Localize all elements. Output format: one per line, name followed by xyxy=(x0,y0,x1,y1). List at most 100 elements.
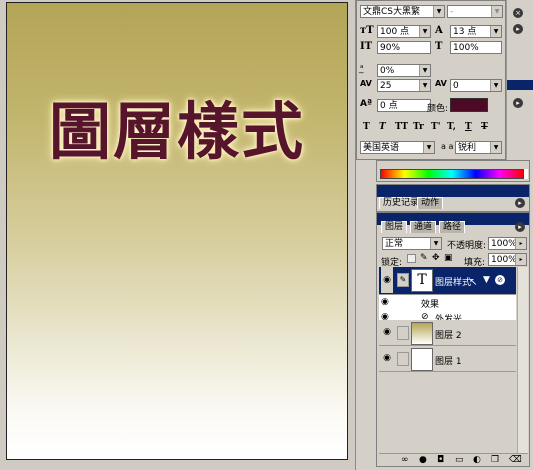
color-ramp[interactable] xyxy=(380,169,524,179)
chevron-right-icon: ▸ xyxy=(515,238,526,249)
font-size-icon: ᴛT xyxy=(360,25,374,36)
panel-bottom-toolbar: ∞ ● ◘ ▭ ◐ ❐ ⌫ xyxy=(379,453,528,466)
mask-icon[interactable]: ◘ xyxy=(437,455,444,465)
font-family-select[interactable]: 文鼎CS大黑繁 ▼ xyxy=(360,5,445,18)
layer-name[interactable]: 图层样式 xyxy=(435,275,471,288)
text-layer-thumbnail[interactable]: T xyxy=(411,269,433,292)
tab-layers[interactable]: 图层 xyxy=(381,221,408,233)
panel-menu-icon[interactable]: ▸ xyxy=(515,198,525,208)
tracking-ratio-icon: ᵃ̲ xyxy=(360,64,364,74)
chevron-down-icon: ▼ xyxy=(490,26,501,37)
horizontal-scale-field[interactable]: 100% xyxy=(450,41,502,54)
chevron-down-icon: ▼ xyxy=(419,26,430,37)
blend-mode-select[interactable]: 正常 ▼ xyxy=(382,237,442,250)
all-caps-button[interactable]: TT xyxy=(395,122,408,132)
lock-all-icon[interactable]: ▣ xyxy=(444,253,453,263)
baseline-shift-icon: Aª xyxy=(360,99,373,109)
effects-label: 效果 xyxy=(421,300,440,310)
adjustment-icon[interactable]: ◐ xyxy=(473,455,481,465)
strikethrough-button[interactable]: T xyxy=(481,122,488,132)
small-caps-button[interactable]: Tr xyxy=(413,122,424,132)
tracking-icon: AV xyxy=(435,79,447,88)
eye-icon[interactable]: ◉ xyxy=(381,267,393,293)
vertical-scale-field[interactable]: 90% xyxy=(377,41,431,54)
kerning-icon: AV xyxy=(360,79,372,88)
layer-name[interactable]: 图层 1 xyxy=(435,354,462,367)
close-icon[interactable]: × xyxy=(513,8,523,18)
set-icon[interactable]: ▭ xyxy=(455,455,464,465)
link-box[interactable] xyxy=(397,326,409,340)
brush-icon[interactable]: ✎ xyxy=(397,273,409,287)
chevron-down-icon: ▼ xyxy=(433,6,444,17)
panel-menu-icon[interactable]: ▸ xyxy=(513,24,523,34)
chevron-right-icon: ▸ xyxy=(515,254,526,265)
chevron-down-icon: ▼ xyxy=(419,80,430,91)
layer-row-gradient[interactable]: ◉ 图层 2 xyxy=(379,320,516,346)
tracking-field[interactable]: 0 ▼ xyxy=(450,79,502,92)
subscript-button[interactable]: T, xyxy=(447,122,456,132)
chevron-down-icon: ▼ xyxy=(490,80,501,91)
layer-list-scrollbar[interactable] xyxy=(517,267,528,453)
new-layer-icon[interactable]: ❐ xyxy=(491,455,499,465)
cursor-icon: ↖ xyxy=(469,277,478,288)
opacity-label: 不透明度: xyxy=(447,241,487,251)
faux-italic-button[interactable]: T xyxy=(379,122,386,132)
collapsed-panel-tab[interactable] xyxy=(507,80,533,90)
chevron-down-icon: ▼ xyxy=(490,142,501,153)
panel-menu-icon[interactable]: ▸ xyxy=(513,98,523,108)
superscript-button[interactable]: T' xyxy=(431,122,440,132)
effects-eye-icon[interactable]: ◉ xyxy=(381,297,389,307)
tracking-ratio-field[interactable]: 0% ▼ xyxy=(377,64,431,77)
fx-icon[interactable]: ⊘ xyxy=(495,275,505,285)
tab-actions[interactable]: 动作 xyxy=(417,197,444,209)
history-panel-tabbar xyxy=(377,185,529,197)
tab-channels[interactable]: 通道 xyxy=(410,221,437,233)
layer-row-fill[interactable]: ◉ 图层 1 xyxy=(379,346,516,372)
link-box[interactable] xyxy=(397,352,409,366)
history-panel: 历史记录 动作 ▸ xyxy=(376,184,530,212)
antialias-label: a a xyxy=(441,142,454,151)
vertical-scale-icon: IT xyxy=(360,41,373,52)
baseline-shift-field[interactable]: 0 点 xyxy=(377,99,431,112)
chevron-down-icon: ▼ xyxy=(423,142,434,153)
color-label: 颜色: xyxy=(427,104,449,114)
layer-name[interactable]: 图层 2 xyxy=(435,328,462,341)
link-icon[interactable]: ∞ xyxy=(401,455,409,465)
lock-position-icon[interactable]: ✥ xyxy=(432,253,440,263)
leading-field[interactable]: 13 点 ▼ xyxy=(450,25,502,38)
horizontal-scale-icon: T xyxy=(435,41,443,52)
style-icon[interactable]: ● xyxy=(419,455,427,465)
layer-row-text[interactable]: ◉ ✎ T 图层样式 ↖ ▼ ⊘ xyxy=(379,267,516,295)
document-canvas[interactable]: 圖層樣式 xyxy=(6,2,348,460)
gradient-layer-thumbnail[interactable] xyxy=(411,322,433,345)
character-panel: 文鼎CS大黑繁 ▼ - ▼ ᴛT 100 点 ▼ A 13 点 ▼ IT 90% T 1… xyxy=(356,0,506,160)
text-color-swatch[interactable] xyxy=(450,98,488,112)
eye-icon[interactable]: ◉ xyxy=(381,353,393,363)
antialias-select[interactable]: 锐利 ▼ xyxy=(455,141,502,154)
chevron-down-icon: ▼ xyxy=(419,65,430,76)
font-size-field[interactable]: 100 点 ▼ xyxy=(377,25,431,38)
expand-effects-icon[interactable]: ▼ xyxy=(483,275,490,285)
opacity-field[interactable]: 100% ▸ xyxy=(488,237,527,250)
fill-field[interactable]: 100% ▸ xyxy=(488,253,527,266)
kerning-field[interactable]: 25 ▼ xyxy=(377,79,431,92)
color-ramp-white[interactable] xyxy=(524,169,528,179)
chevron-down-icon: ▼ xyxy=(430,238,441,249)
canvas-headline-text[interactable]: 圖層樣式 xyxy=(7,101,347,163)
faux-bold-button[interactable]: T xyxy=(363,122,370,132)
lock-transparency-icon[interactable] xyxy=(407,254,416,263)
chevron-down-icon: ▼ xyxy=(491,6,502,17)
fill-layer-thumbnail[interactable] xyxy=(411,348,433,371)
font-style-select[interactable]: - ▼ xyxy=(447,5,503,18)
trash-icon[interactable]: ⌫ xyxy=(509,455,522,465)
layer-effects-row[interactable]: ◉ 效果 xyxy=(379,295,516,310)
language-select[interactable]: 美国英语 ▼ xyxy=(360,141,435,154)
leading-icon: A xyxy=(435,25,443,36)
tab-paths[interactable]: 路径 xyxy=(439,221,466,233)
lock-image-icon[interactable]: ✎ xyxy=(420,253,428,263)
type-style-buttons: T T TT Tr T' T, T T xyxy=(363,122,503,134)
underline-button[interactable]: T xyxy=(465,122,472,132)
eye-icon[interactable]: ◉ xyxy=(381,327,393,337)
color-ramp-panel xyxy=(376,160,530,182)
panel-menu-icon[interactable]: ▸ xyxy=(515,222,525,232)
